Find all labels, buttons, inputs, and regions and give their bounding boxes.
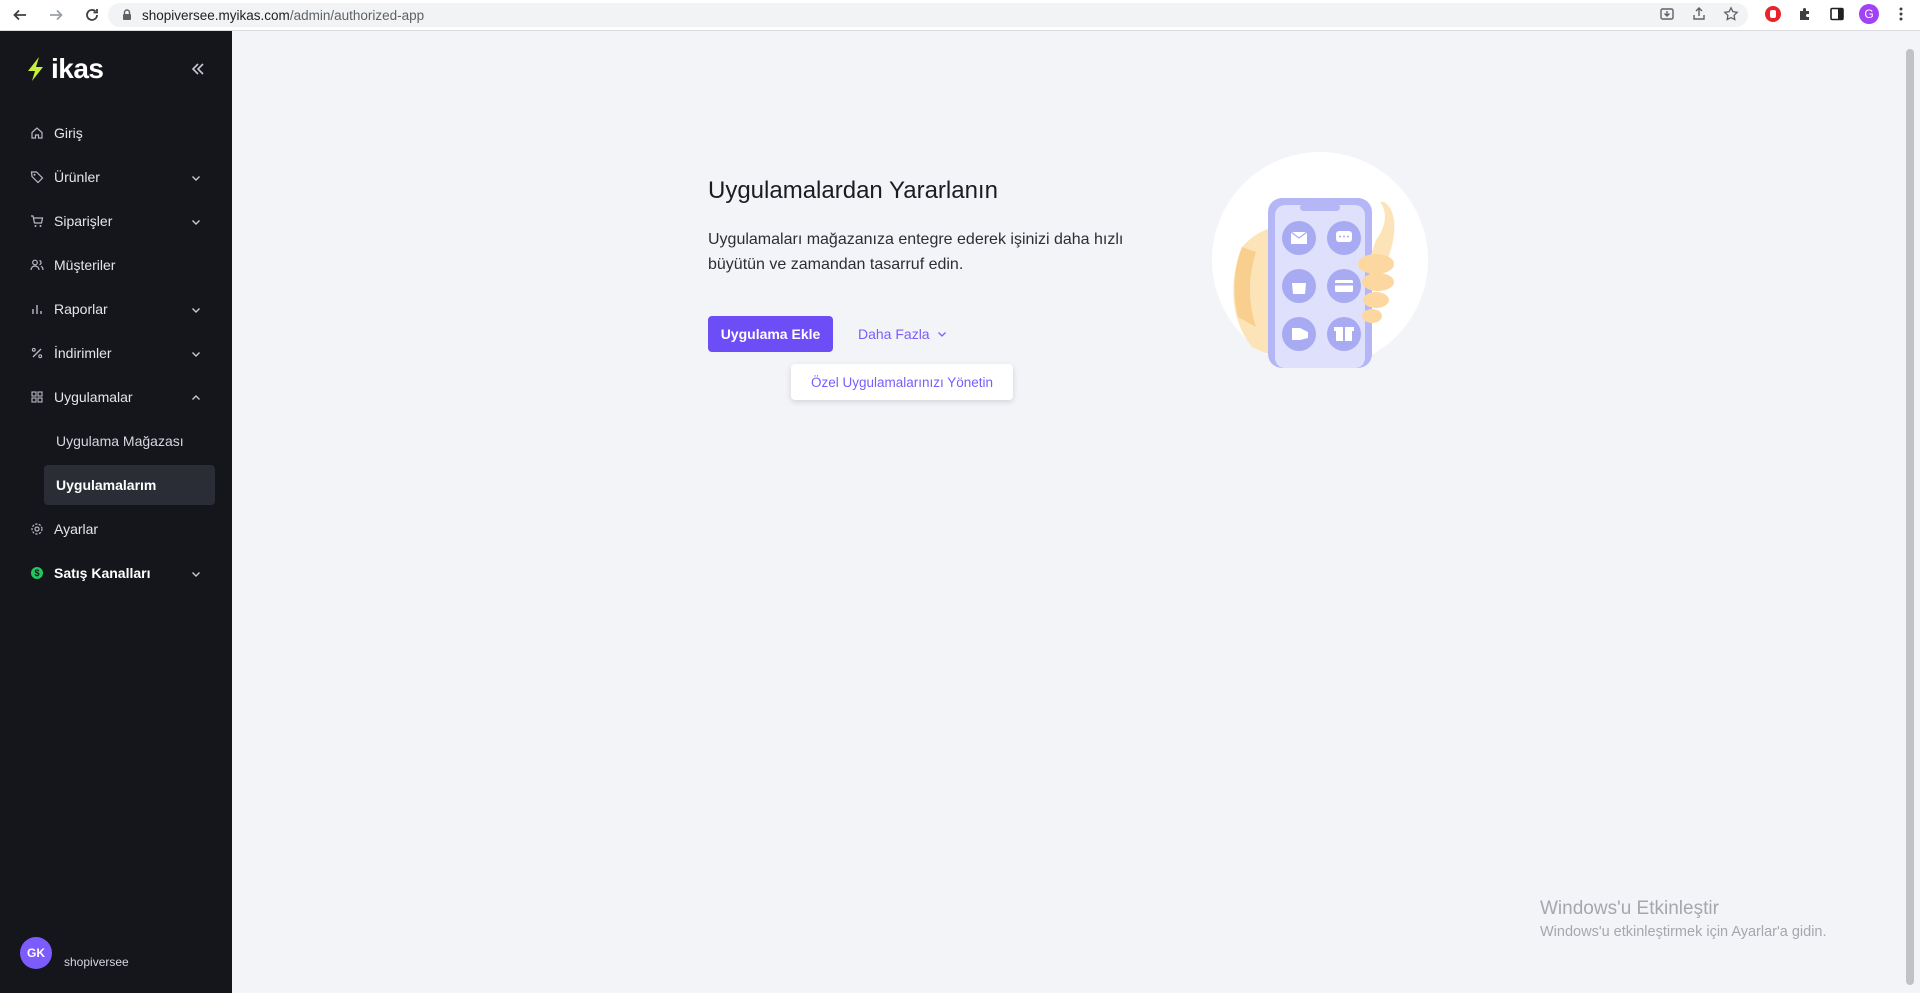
svg-text:$: $ <box>34 568 39 578</box>
add-app-button[interactable]: Uygulama Ekle <box>708 316 833 352</box>
forward-icon[interactable] <box>43 2 69 28</box>
sidebar-item-label: Müşteriler <box>54 257 116 273</box>
sidebar-item-urunler[interactable]: Ürünler <box>0 155 232 199</box>
bookmark-star-icon[interactable] <box>1722 5 1740 23</box>
url-path: /admin/authorized-app <box>289 7 425 23</box>
page-scrollbar[interactable] <box>1900 31 1920 993</box>
sidebar-item-label: Ürünler <box>54 169 100 185</box>
bolt-icon <box>25 56 47 82</box>
apps-icon <box>30 390 44 404</box>
sidebar-item-uygulamalar[interactable]: Uygulamalar <box>0 375 232 419</box>
chevron-down-icon <box>190 215 202 227</box>
sidebar-item-label: Uygulamalar <box>54 389 133 405</box>
sidebar-item-satis-kanallari[interactable]: $ Satış Kanalları <box>0 551 232 595</box>
url-host: shopiversee.myikas.com <box>142 7 290 23</box>
users-icon <box>30 258 44 272</box>
watermark-subtitle: Windows'u etkinleştirmek için Ayarlar'a … <box>1540 924 1827 940</box>
chart-icon <box>30 302 44 316</box>
chevron-down-icon <box>190 347 202 359</box>
ikas-logo[interactable]: ikas <box>25 53 104 85</box>
profile-initial: G <box>1859 4 1879 24</box>
extension-red-icon[interactable] <box>1762 3 1784 25</box>
user-menu[interactable]: GK shopiversee <box>20 937 129 969</box>
address-bar[interactable]: shopiversee.myikas.com/admin/authorized-… <box>108 3 1748 27</box>
watermark-title: Windows'u Etkinleştir <box>1540 898 1719 919</box>
sidebar-item-siparisler[interactable]: Siparişler <box>0 199 232 243</box>
sidebar-item-label: İndirimler <box>54 345 112 361</box>
profile-avatar[interactable]: G <box>1858 3 1880 25</box>
sidebar-nav: Giriş Ürünler Siparişler Müşteriler Rapo… <box>0 111 232 595</box>
sidebar: ikas Giriş Ürünler Siparişler Müşteriler… <box>0 31 232 993</box>
sidebar-item-ayarlar[interactable]: Ayarlar <box>0 507 232 551</box>
reload-icon[interactable] <box>79 2 105 28</box>
browser-menu-icon[interactable] <box>1890 3 1912 25</box>
sidebar-item-label: Siparişler <box>54 213 113 229</box>
url-text: shopiversee.myikas.com/admin/authorized-… <box>142 8 424 23</box>
more-button-label: Daha Fazla <box>858 326 930 342</box>
sidebar-item-raporlar[interactable]: Raporlar <box>0 287 232 331</box>
back-icon[interactable] <box>7 2 33 28</box>
more-dropdown-button[interactable]: Daha Fazla <box>858 316 948 352</box>
sidebar-item-label: Satış Kanalları <box>54 565 151 581</box>
logo-text: ikas <box>51 53 104 84</box>
chevron-down-icon <box>937 332 946 337</box>
page-title: Uygulamalardan Yararlanın <box>708 177 998 204</box>
sidebar-item-indirimler[interactable]: İndirimler <box>0 331 232 375</box>
share-icon[interactable] <box>1690 5 1708 23</box>
user-name: shopiversee <box>64 955 129 969</box>
page-description: Uygulamaları mağazanıza entegre ederek i… <box>708 231 1124 273</box>
sidebar-item-giris[interactable]: Giriş <box>0 111 232 155</box>
cart-icon <box>30 214 44 228</box>
manage-custom-apps-menu-item[interactable]: Özel Uygulamalarınızı Yönetin <box>791 364 1013 400</box>
apps-phone-illustration <box>1212 152 1428 368</box>
collapse-sidebar-icon[interactable] <box>188 59 208 79</box>
scrollbar-thumb[interactable] <box>1906 49 1914 985</box>
sidebar-item-label: Raporlar <box>54 301 108 317</box>
sidebar-subitem-uygulama-magazasi[interactable]: Uygulama Mağazası <box>0 419 232 463</box>
sidebar-subitem-uygulamalarim[interactable]: Uygulamalarım <box>44 465 215 505</box>
percent-icon <box>30 346 44 360</box>
main-content <box>232 31 1900 993</box>
sidebar-item-label: Ayarlar <box>54 521 99 537</box>
chevron-down-icon <box>190 303 202 315</box>
chevron-up-icon <box>190 391 202 403</box>
chevron-down-icon <box>190 171 202 183</box>
windows-activation-watermark: Windows'u Etkinleştir Windows'u etkinleş… <box>1540 898 1827 940</box>
tag-icon <box>30 170 44 184</box>
extensions-puzzle-icon[interactable] <box>1794 3 1816 25</box>
side-panel-icon[interactable] <box>1826 3 1848 25</box>
chevron-down-icon <box>190 567 202 579</box>
gear-icon <box>30 522 44 536</box>
install-app-icon[interactable] <box>1658 5 1676 23</box>
lock-icon[interactable] <box>120 8 134 22</box>
dollar-icon: $ <box>30 566 44 580</box>
avatar: GK <box>20 937 52 969</box>
sidebar-item-label: Giriş <box>54 125 83 141</box>
browser-toolbar: shopiversee.myikas.com/admin/authorized-… <box>0 0 1920 31</box>
home-icon <box>30 126 44 140</box>
sidebar-item-musteriler[interactable]: Müşteriler <box>0 243 232 287</box>
